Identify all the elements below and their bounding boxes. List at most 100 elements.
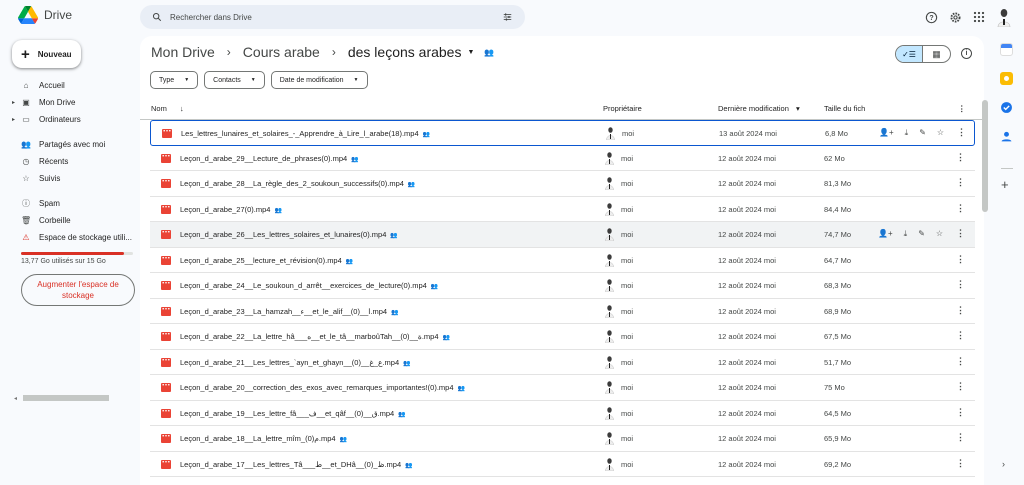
table-row[interactable]: Leçon_d_arabe_22__La_lettre_hâ___ه__et_l… [150,324,975,350]
account-avatar[interactable] [996,7,1012,27]
search-input[interactable]: Rechercher dans Drive [170,13,502,22]
file-name[interactable]: Leçon_d_arabe_25__lecture_et_révision(0)… [180,256,353,265]
table-row[interactable]: Leçon_d_arabe_19__Les_lettre_fâ___ف__et_… [150,401,975,426]
column-size[interactable]: Taille du fich [824,104,865,113]
column-modified[interactable]: Dernière modification [718,104,789,113]
breadcrumb-root[interactable]: Mon Drive [151,44,215,60]
table-row[interactable]: Les_lettres_lunaires_et_solaires_-_Appre… [150,120,975,146]
expand-arrow-icon[interactable]: ▸ [12,99,15,106]
more-options-icon[interactable]: ⋮ [956,356,965,367]
filter-contacts[interactable]: Contacts ▼ [204,71,265,89]
file-name[interactable]: Leçon_d_arabe_27(0).mp4 👥 [180,205,282,214]
file-name[interactable]: Leçon_d_arabe_18__La_lettre_mîm_(0)م.mp4… [180,434,347,443]
sidebar-item-my-drive[interactable]: ▸ ▣ Mon Drive [0,94,140,111]
info-icon[interactable]: i [961,48,972,59]
scrollbar-thumb[interactable] [23,395,110,401]
download-icon[interactable]: ⤓ [905,128,909,138]
rename-icon[interactable]: ✎ [919,128,926,138]
file-name[interactable]: Leçon_d_arabe_19__Les_lettre_fâ___ف__et_… [180,409,406,418]
sidebar-item-starred[interactable]: ☆ Suivis [0,170,140,187]
more-options-icon[interactable]: ⋮ [956,407,965,418]
table-row[interactable]: Leçon_d_arabe_21__Les_lettres_`ayn_et_gh… [150,350,975,375]
scroll-left-icon[interactable]: ◂ [14,395,17,402]
view-toggle[interactable]: ✓☰ ▦ [895,45,951,63]
sidebar-item-trash[interactable]: 🗑 Corbeille [0,212,140,229]
search-icon[interactable] [152,12,162,22]
file-name[interactable]: Leçon_d_arabe_26__Les_lettres_solaires_e… [180,230,398,239]
file-name[interactable]: Leçon_d_arabe_29__Lecture_de_phrases(0).… [180,154,359,163]
file-name[interactable]: Leçon_d_arabe_22__La_lettre_hâ___ه__et_l… [180,332,450,341]
upgrade-storage-button[interactable]: Augmenter l'espace de stockage [21,274,135,306]
table-row[interactable]: Leçon_d_arabe_25__lecture_et_révision(0)… [150,248,975,273]
file-name[interactable]: Leçon_d_arabe_21__Les_lettres_`ayn_et_gh… [180,358,411,367]
download-icon[interactable]: ⤓ [904,229,908,239]
more-options-icon[interactable]: ⋮ [956,152,965,163]
table-row[interactable]: Leçon_d_arabe_27(0).mp4 👥 moi 12 août 202… [150,197,975,222]
more-options-icon[interactable]: ⋮ [956,381,965,392]
drive-logo[interactable]: Drive [18,6,72,24]
expand-arrow-icon[interactable]: ▸ [12,116,15,123]
more-options-icon[interactable]: ⋮ [956,305,965,316]
tasks-icon[interactable] [1000,101,1013,114]
star-icon[interactable]: ☆ [936,229,943,239]
keep-icon[interactable] [1000,72,1013,85]
column-options-icon[interactable]: ⋮ [958,104,966,113]
calendar-icon[interactable] [1000,43,1013,56]
main-scrollbar[interactable] [982,100,988,212]
contacts-icon[interactable] [1000,130,1013,143]
share-icon[interactable]: 👤+ [878,229,893,239]
file-name[interactable]: Leçon_d_arabe_24__Le_soukoun_d_arrêt__ex… [180,281,438,290]
sidebar-item-spam[interactable]: ⓘ Spam [0,195,140,212]
file-name[interactable]: Leçon_d_arabe_23__La_hamzah__ء__et_le_al… [180,307,399,316]
rename-icon[interactable]: ✎ [918,229,925,239]
share-icon[interactable]: 👤+ [879,128,894,138]
file-name[interactable]: Leçon_d_arabe_20__correction_des_exos_av… [180,383,465,392]
table-row[interactable]: Leçon_d_arabe_23__La_hamzah__ء__et_le_al… [150,299,975,324]
add-addon-icon[interactable]: + [1001,177,1009,192]
table-row[interactable]: Leçon_d_arabe_26__Les_lettres_solaires_e… [150,222,975,248]
file-name[interactable]: Leçon_d_arabe_17__Les_lettres_Tâ___ط__et… [180,460,413,469]
search-bar[interactable]: Rechercher dans Drive [140,5,525,29]
more-options-icon[interactable]: ⋮ [956,203,965,214]
more-options-icon[interactable]: ⋮ [956,432,965,443]
search-options-icon[interactable] [502,12,513,22]
list-view-button[interactable]: ✓☰ [896,46,924,62]
expand-panel-icon[interactable]: › [1002,459,1005,469]
more-options-icon[interactable]: ⋮ [957,127,966,138]
new-button[interactable]: + Nouveau [12,40,81,68]
table-row[interactable]: Leçon_d_arabe_24__Le_soukoun_d_arrêt__ex… [150,273,975,299]
settings-icon[interactable] [949,11,962,24]
table-row[interactable]: Leçon_d_arabe_17__Les_lettres_Tâ___ط__et… [150,452,975,477]
table-row[interactable]: Leçon_d_arabe_20__correction_des_exos_av… [150,375,975,401]
help-icon[interactable]: ? [925,11,938,24]
sidebar-item-storage[interactable]: ⚠ Espace de stockage utili... [0,229,140,246]
filter-modified-date[interactable]: Date de modification ▼ [270,71,368,89]
apps-grid-icon[interactable] [973,11,985,23]
breadcrumb-parent[interactable]: Cours arabe [243,44,320,60]
grid-view-button[interactable]: ▦ [923,46,950,62]
more-options-icon[interactable]: ⋮ [956,458,965,469]
breadcrumb-current[interactable]: des leçons arabes [348,44,462,60]
table-row[interactable]: Leçon_d_arabe_29__Lecture_de_phrases(0).… [150,146,975,171]
more-options-icon[interactable]: ⋮ [956,279,965,290]
table-row[interactable]: Leçon_d_arabe_18__La_lettre_mîm_(0)م.mp4… [150,426,975,452]
more-options-icon[interactable]: ⋮ [956,228,965,239]
sidebar-horizontal-scrollbar[interactable]: ◂ [14,394,138,402]
star-icon[interactable]: ☆ [937,128,944,138]
more-options-icon[interactable]: ⋮ [956,330,965,341]
file-name[interactable]: Leçon_d_arabe_28__La_règle_des_2_soukoun… [180,179,415,188]
table-row[interactable]: Leçon_d_arabe_28__La_règle_des_2_soukoun… [150,171,975,197]
column-owner[interactable]: Propriétaire [603,104,642,113]
sidebar-item-computers[interactable]: ▸ ▭ Ordinateurs [0,111,140,128]
more-options-icon[interactable]: ⋮ [956,254,965,265]
sort-dropdown-icon[interactable]: ▾ [796,104,800,113]
dropdown-arrow-icon[interactable]: ▼ [467,49,474,56]
filter-type[interactable]: Type ▼ [150,71,199,89]
sort-arrow-icon[interactable]: ↓ [180,104,184,113]
more-options-icon[interactable]: ⋮ [956,177,965,188]
sidebar-item-recent[interactable]: ◷ Récents [0,153,140,170]
file-name[interactable]: Les_lettres_lunaires_et_solaires_-_Appre… [181,129,430,138]
sidebar-item-shared[interactable]: 👥 Partagés avec moi [0,136,140,153]
column-name[interactable]: Nom [151,104,167,113]
sidebar-item-home[interactable]: ⌂ Accueil [0,77,140,94]
